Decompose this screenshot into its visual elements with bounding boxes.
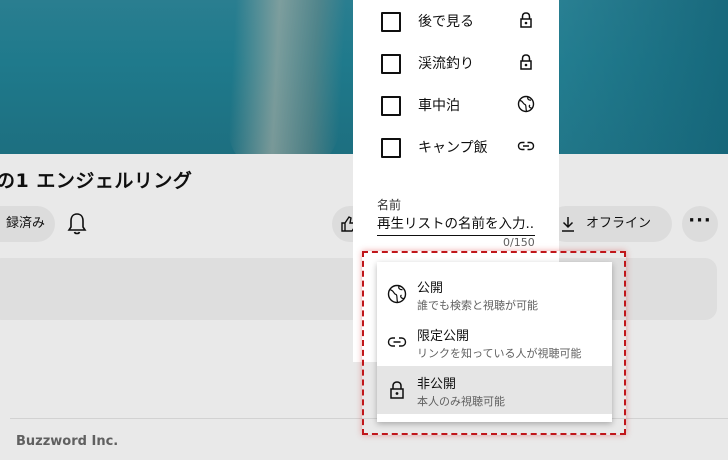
playlist-name: 車中泊 bbox=[418, 98, 460, 114]
lock-icon bbox=[520, 12, 532, 28]
privacy-option-description: 誰でも検索と視聴が可能 bbox=[417, 299, 538, 312]
globe-icon bbox=[387, 284, 407, 304]
more-actions-button[interactable]: ··· bbox=[682, 206, 718, 242]
privacy-option-description: リンクを知っている人が視聴可能 bbox=[417, 347, 582, 360]
link-icon bbox=[387, 337, 407, 347]
link-icon bbox=[517, 141, 535, 151]
subscribe-button[interactable]: 録済み bbox=[0, 206, 55, 242]
playlist-checkbox[interactable] bbox=[381, 96, 401, 116]
playlist-checkbox[interactable] bbox=[381, 54, 401, 74]
playlist-row[interactable]: 渓流釣り bbox=[353, 44, 559, 86]
playlist-checkbox[interactable] bbox=[381, 12, 401, 32]
download-icon bbox=[562, 217, 574, 232]
privacy-option-private[interactable]: 非公開 本人のみ視聴可能 bbox=[377, 366, 612, 414]
lock-icon bbox=[520, 54, 532, 70]
playlist-checkbox[interactable] bbox=[381, 138, 401, 158]
playlist-name: 渓流釣り bbox=[418, 56, 474, 72]
playlist-name: キャンプ飯 bbox=[418, 140, 488, 156]
privacy-option-unlisted[interactable]: 限定公開 リンクを知っている人が視聴可能 bbox=[377, 318, 612, 366]
video-frame-object bbox=[227, 0, 347, 154]
offline-button[interactable]: オフライン bbox=[548, 206, 672, 242]
privacy-option-public[interactable]: 公開 誰でも検索と視聴が可能 bbox=[377, 270, 612, 318]
privacy-dropdown-menu: 公開 誰でも検索と視聴が可能 限定公開 リンクを知っている人が視聴可能 非公開 … bbox=[377, 262, 612, 422]
name-field-label: 名前 bbox=[377, 198, 402, 212]
privacy-option-label: 公開 bbox=[417, 281, 444, 296]
character-counter: 0/150 bbox=[503, 236, 535, 249]
lock-icon bbox=[390, 381, 404, 399]
video-title: の1 エンジェルリング bbox=[0, 170, 193, 192]
video-frame-water bbox=[560, 0, 728, 154]
playlist-name: 後で見る bbox=[418, 14, 474, 30]
playlist-row[interactable]: 車中泊 bbox=[353, 86, 559, 128]
privacy-option-label: 限定公開 bbox=[417, 329, 470, 344]
globe-icon bbox=[517, 95, 535, 113]
playlist-row[interactable]: キャンプ飯 bbox=[353, 128, 559, 170]
privacy-option-description: 本人のみ視聴可能 bbox=[417, 395, 505, 408]
playlist-name-input[interactable]: 再生リストの名前を入力... bbox=[377, 212, 535, 236]
footer-company: Buzzword Inc. bbox=[16, 434, 119, 449]
playlist-row[interactable]: 後で見る bbox=[353, 2, 559, 44]
offline-label: オフライン bbox=[586, 216, 652, 231]
privacy-option-label: 非公開 bbox=[417, 377, 457, 392]
bell-icon[interactable] bbox=[66, 212, 88, 236]
